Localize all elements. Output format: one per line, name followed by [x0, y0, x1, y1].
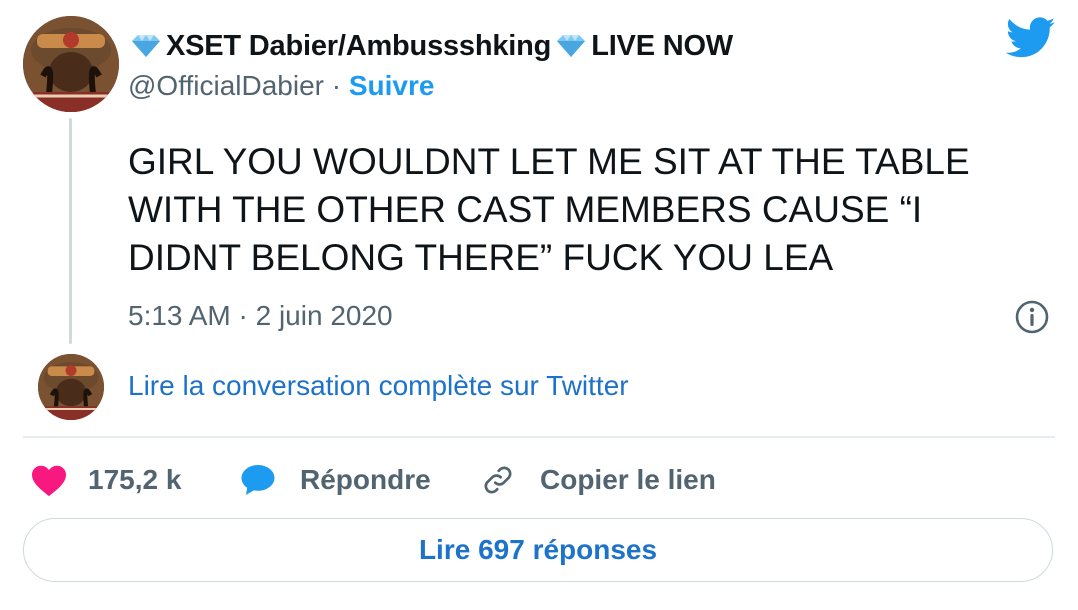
diamond-icon: [132, 35, 160, 57]
thread-connector: [69, 118, 72, 344]
tweet-text: GIRL YOU WOULDNT LET ME SIT AT THE TABLE…: [128, 141, 970, 278]
reply-label: Répondre: [300, 464, 431, 495]
copy-link-button[interactable]: Copier le lien: [480, 460, 716, 500]
link-icon: [484, 466, 512, 494]
author-name: XSET Dabier/Ambussshking: [166, 29, 552, 62]
heart-icon: [32, 465, 66, 497]
diamond-icon: [557, 35, 586, 57]
tweet-timestamp[interactable]: 5:13 AM · 2 juin 2020: [128, 300, 393, 332]
reply-bubble-icon: [241, 465, 275, 495]
twitter-bird-icon[interactable]: [1006, 17, 1056, 59]
avatar-illustration: [23, 16, 119, 112]
avatar-illustration: [38, 354, 104, 420]
author-handle[interactable]: @OfficialDabier: [128, 70, 324, 101]
read-conversation-link[interactable]: Lire la conversation complète sur Twitte…: [128, 370, 629, 402]
like-count: 175,2 k: [88, 464, 182, 495]
like-button[interactable]: 175,2 k: [30, 460, 181, 500]
handle-line: @OfficialDabier · Suivre: [128, 70, 434, 102]
read-replies-button[interactable]: Lire 697 réponses: [23, 518, 1053, 582]
author-name-suffix: LIVE NOW: [591, 29, 733, 62]
copy-link-label: Copier le lien: [540, 464, 716, 495]
follow-button[interactable]: Suivre: [349, 70, 435, 101]
separator: ·: [323, 70, 349, 101]
author-avatar[interactable]: [23, 16, 119, 112]
author-name-line[interactable]: XSET Dabier/Ambussshking LIVE NOW: [128, 28, 733, 64]
conversation-avatar[interactable]: [38, 354, 104, 420]
info-icon[interactable]: [1014, 299, 1050, 335]
divider: [23, 436, 1055, 438]
reply-button[interactable]: Répondre: [240, 460, 431, 500]
read-replies-label: Lire 697 réponses: [418, 534, 658, 565]
